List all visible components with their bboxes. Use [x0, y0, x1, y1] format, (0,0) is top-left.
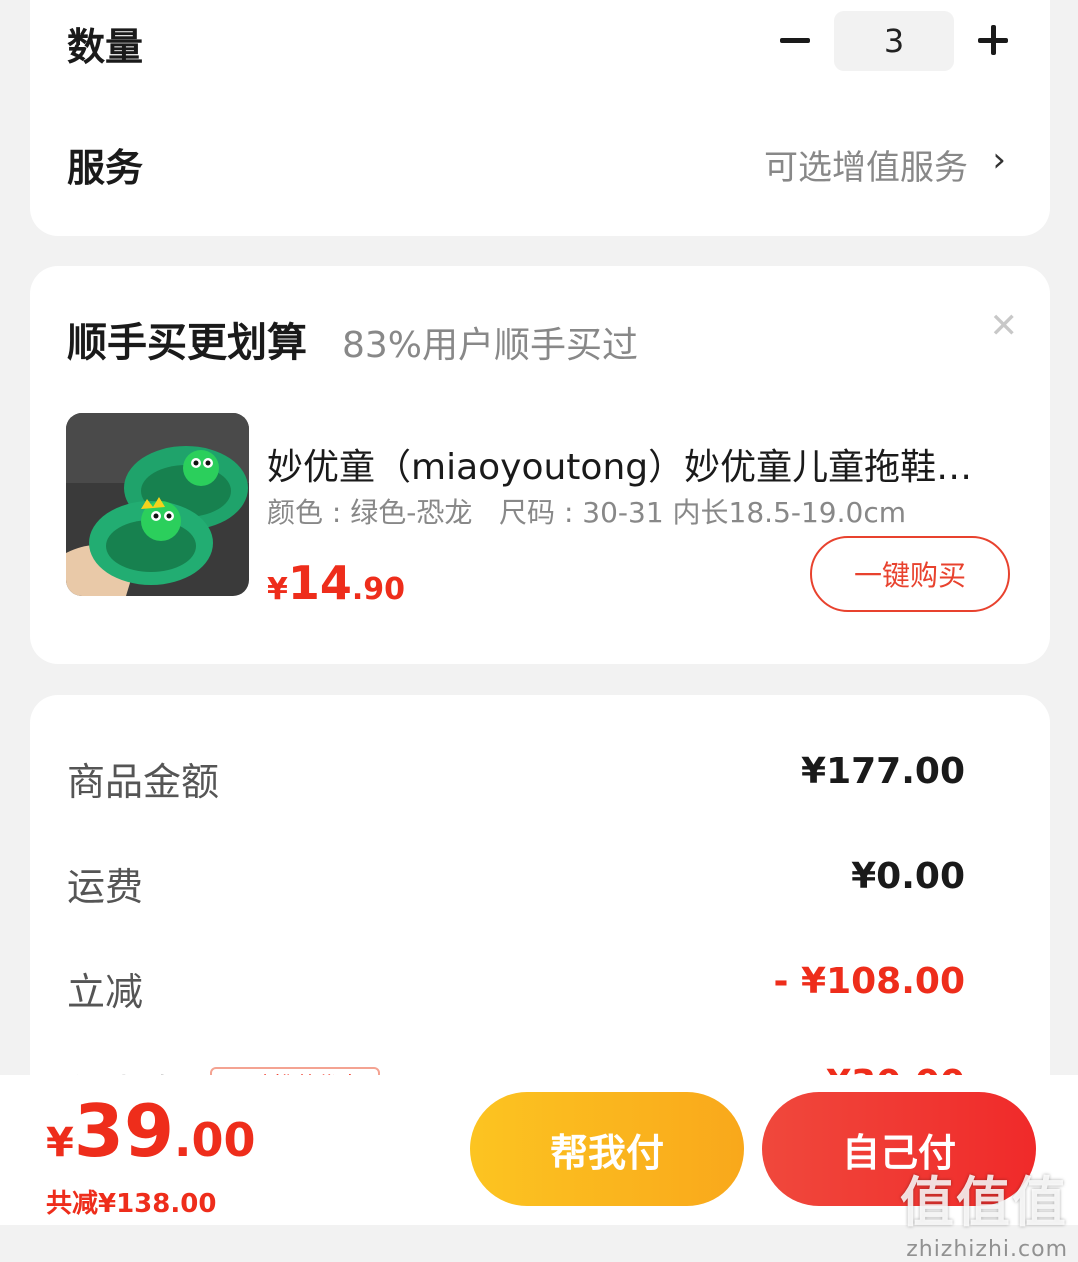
summary-label-shipping: 运费 [67, 865, 144, 909]
summary-value-subtotal: ¥177.00 [801, 751, 965, 792]
service-hint[interactable]: 可选增值服务 [764, 140, 968, 189]
addon-product-spec: 颜色 : 绿色-恐龙 尺码 : 30-31 内长18.5-19.0cm [267, 496, 906, 529]
summary-value-shipping: ¥0.00 [851, 856, 965, 897]
addon-product-name[interactable]: 妙优童（miaoyoutong）妙优童儿童拖鞋… [267, 438, 1012, 490]
increase-quantity-button[interactable] [974, 20, 1014, 60]
site-watermark: 值值值 zhizhizhi.com [900, 1158, 1068, 1262]
total-decimal: .00 [174, 1113, 256, 1167]
total-saved: 共减¥138.00 [46, 1189, 217, 1219]
total-price: ¥39.00 [46, 1089, 256, 1173]
total-integer: 39 [73, 1089, 175, 1173]
quantity-label: 数量 [67, 25, 144, 69]
product-thumbnail[interactable] [66, 413, 249, 596]
decrease-quantity-button[interactable] [776, 20, 816, 60]
summary-label-discount: 立减 [67, 970, 144, 1014]
summary-label-subtotal: 商品金额 [67, 760, 220, 804]
price-decimal: .90 [351, 572, 406, 607]
order-options-card: 数量 3 服务 可选增值服务 › [30, 0, 1050, 236]
price-summary-card: 商品金额 ¥177.00 运费 ¥0.00 立减 - ¥108.00 优惠券 已… [30, 695, 1050, 1115]
addon-recommendation-card: 顺手买更划算 83%用户顺手买过 ✕ 妙优童（miaoyoutong）妙优童儿童… [30, 266, 1050, 664]
addon-subtitle: 83%用户顺手买过 [342, 325, 639, 366]
price-symbol: ¥ [267, 572, 288, 607]
chevron-right-icon[interactable]: › [992, 140, 1006, 180]
summary-value-discount: - ¥108.00 [773, 961, 965, 1002]
total-symbol: ¥ [46, 1120, 74, 1166]
addon-product-price: ¥14.90 [267, 556, 405, 610]
quantity-input[interactable]: 3 [834, 11, 954, 71]
service-label: 服务 [67, 146, 144, 190]
price-integer: 14 [287, 556, 352, 610]
watermark-logo: 值值值 [900, 1171, 1068, 1234]
help-me-pay-button[interactable]: 帮我付 [470, 1092, 744, 1206]
addon-title: 顺手买更划算 [67, 320, 307, 366]
one-click-buy-button[interactable]: 一键购买 [810, 536, 1010, 612]
close-icon[interactable]: ✕ [990, 306, 1019, 346]
